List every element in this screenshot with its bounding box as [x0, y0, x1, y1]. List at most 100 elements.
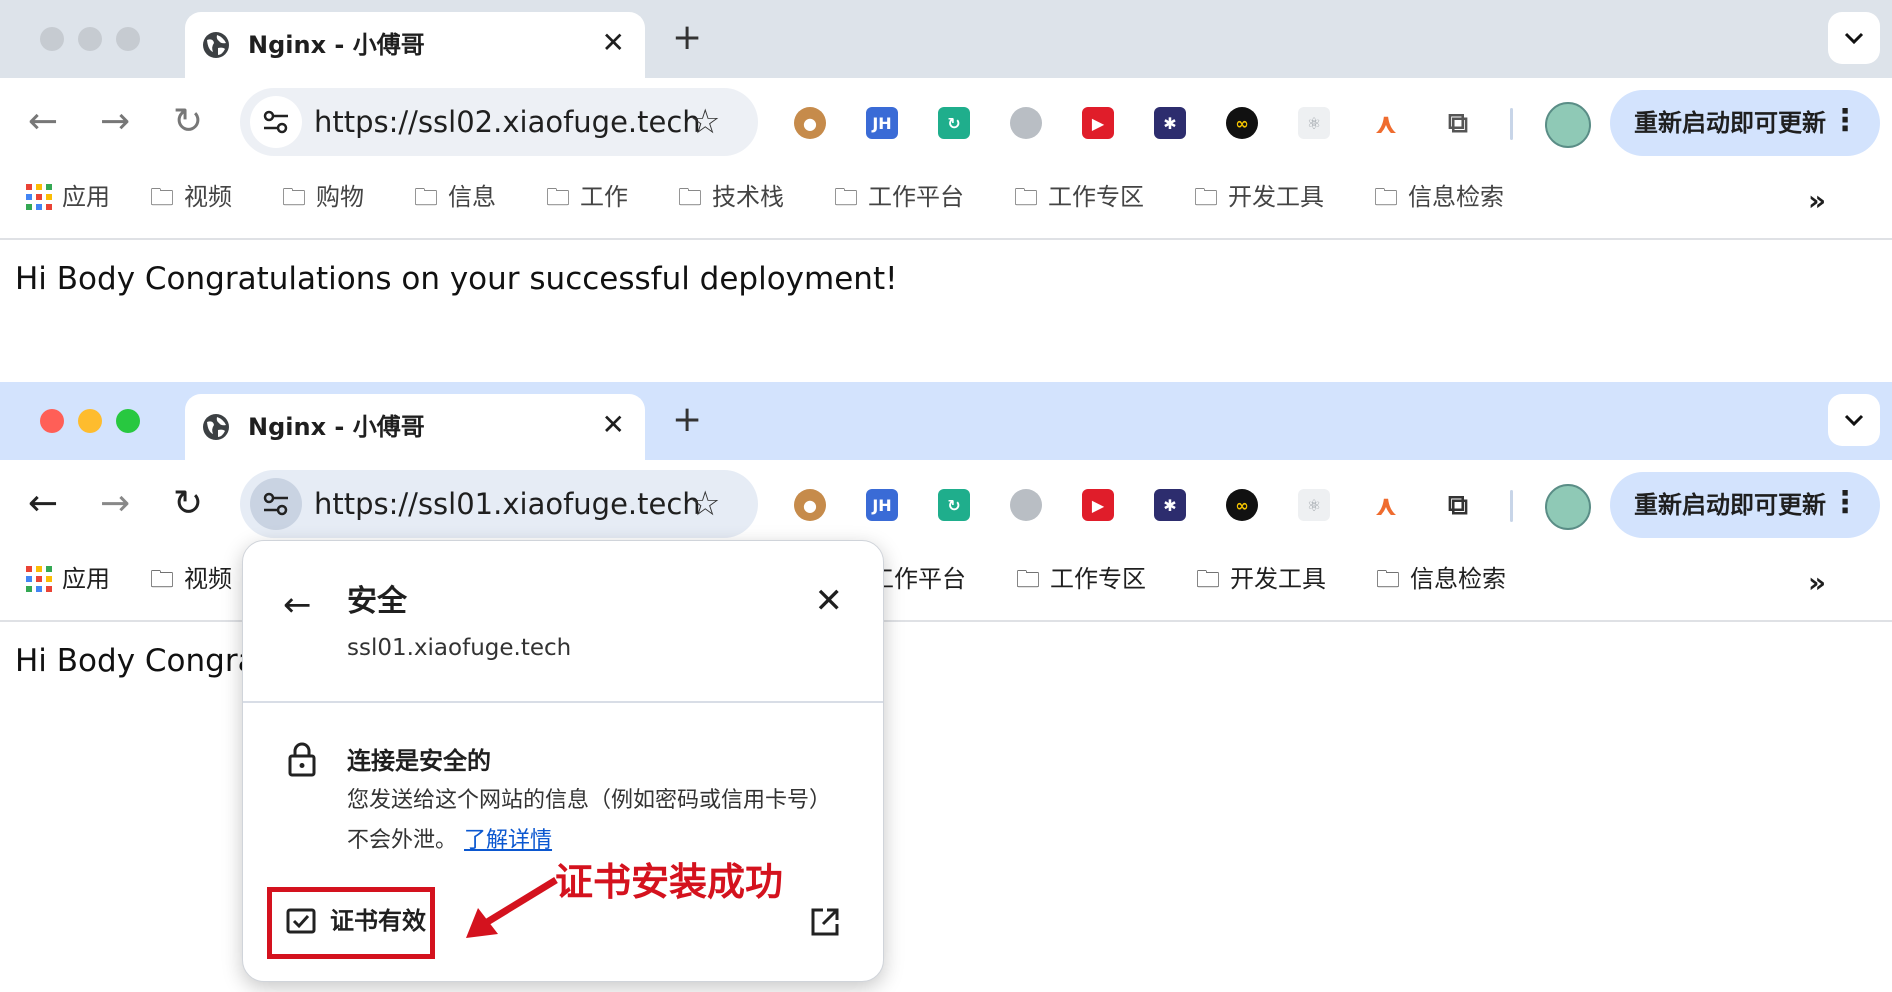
more-menu-icon[interactable]: ⋮ — [1830, 106, 1860, 136]
bookmark-label: 开发工具 — [1230, 565, 1326, 593]
address-bar[interactable]: https://ssl01.xiaofuge.tech ☆ — [240, 470, 758, 538]
tab-close-icon[interactable]: ✕ — [602, 28, 625, 58]
bookmark-label: 应用 — [62, 183, 110, 211]
toolbar: ← → ↻ https://ssl02.xiaofuge.tech ☆ ● JH… — [0, 78, 1892, 168]
forward-button[interactable]: → — [100, 486, 130, 522]
bookmark-folder[interactable]: 🗀 开发工具 — [1194, 182, 1324, 212]
more-menu-icon[interactable]: ⋮ — [1830, 488, 1860, 518]
window-controls — [40, 409, 140, 433]
tab-search-button[interactable] — [1828, 394, 1880, 446]
popup-back-button[interactable]: ← — [283, 587, 312, 623]
shield-extension-icon[interactable] — [1010, 107, 1042, 139]
bookmarks-overflow-icon[interactable]: » — [1808, 184, 1826, 217]
certificate-valid-row[interactable]: 证书有效 — [267, 887, 435, 959]
learn-more-link[interactable]: 了解详情 — [464, 828, 552, 853]
infinity-extension-icon[interactable]: ∞ — [1226, 107, 1258, 139]
new-tab-button[interactable]: + — [672, 402, 702, 438]
react-extension-icon[interactable]: ⚛ — [1298, 107, 1330, 139]
jh-extension-icon[interactable]: JH — [866, 107, 898, 139]
update-button[interactable]: 重新启动即可更新 ⋮ — [1610, 90, 1880, 156]
folder-icon: 🗀 — [1376, 565, 1400, 593]
tab-strip: Nginx - 小傅哥 ✕ + — [0, 382, 1892, 460]
certificate-icon — [286, 908, 316, 934]
browser-window-back: Nginx - 小傅哥 ✕ + ← → ↻ https://ssl02.xiao… — [0, 0, 1892, 382]
shield-extension-icon[interactable] — [1010, 489, 1042, 521]
tab-nginx[interactable]: Nginx - 小傅哥 ✕ — [185, 12, 645, 78]
bookmark-label: 开发工具 — [1228, 183, 1324, 211]
apps-grid-icon — [26, 184, 52, 210]
profile-avatar[interactable] — [1545, 102, 1591, 148]
tune-icon — [263, 492, 288, 516]
close-window-button[interactable] — [40, 409, 64, 433]
react-extension-icon[interactable]: ⚛ — [1298, 489, 1330, 521]
cookie-extension-icon[interactable]: ● — [794, 107, 826, 139]
bookmark-folder[interactable]: 🗀 信息检索 — [1374, 182, 1504, 212]
popup-close-button[interactable]: ✕ — [815, 583, 844, 619]
minimize-window-button[interactable] — [78, 27, 102, 51]
back-button[interactable]: ← — [28, 486, 58, 522]
site-info-button[interactable] — [250, 96, 302, 148]
maximize-window-button[interactable] — [116, 27, 140, 51]
tab-close-icon[interactable]: ✕ — [602, 410, 625, 440]
open-in-new-icon[interactable] — [809, 906, 841, 938]
chevron-down-icon — [1844, 32, 1864, 45]
bookmark-folder[interactable]: 🗀 视频 — [150, 182, 232, 212]
bookmark-folder[interactable]: 🗀 视频 — [150, 564, 232, 594]
bookmark-label: 购物 — [316, 183, 364, 211]
bookmark-folder[interactable]: 🗀 开发工具 — [1196, 564, 1326, 594]
page-text: Hi Body Congra — [15, 643, 257, 679]
brain-extension-icon[interactable]: ✱ — [1154, 489, 1186, 521]
bookmark-folder[interactable]: 🗀 工作专区 — [1014, 182, 1144, 212]
jh-extension-icon[interactable]: JH — [866, 489, 898, 521]
youtube-extension-icon[interactable]: ▶ — [1082, 107, 1114, 139]
bookmark-label: 工作专区 — [1048, 183, 1144, 211]
tab-search-button[interactable] — [1828, 12, 1880, 64]
refresh-extension-icon[interactable]: ↻ — [938, 107, 970, 139]
profile-avatar[interactable] — [1545, 484, 1591, 530]
bookmark-folder[interactable]: 🗀 工作 — [546, 182, 628, 212]
maximize-window-button[interactable] — [116, 409, 140, 433]
bookmarks-overflow-icon[interactable]: » — [1808, 566, 1826, 599]
sparkle-extension-icon[interactable]: ⋏ — [1370, 107, 1402, 140]
forward-button[interactable]: → — [100, 104, 130, 140]
url-text: https://ssl02.xiaofuge.tech — [314, 105, 701, 139]
back-button[interactable]: ← — [28, 104, 58, 140]
refresh-extension-icon[interactable]: ↻ — [938, 489, 970, 521]
bookmark-label: 信息检索 — [1410, 565, 1506, 593]
tab-nginx[interactable]: Nginx - 小傅哥 ✕ — [185, 394, 645, 460]
connection-status-title: 连接是安全的 — [347, 747, 491, 775]
reload-button[interactable]: ↻ — [173, 486, 203, 522]
url-text: https://ssl01.xiaofuge.tech — [314, 487, 701, 521]
folder-icon: 🗀 — [834, 183, 858, 211]
bookmark-folder[interactable]: 🗀 技术栈 — [678, 182, 784, 212]
extensions-puzzle-icon[interactable]: ⧉ — [1442, 488, 1474, 521]
minimize-window-button[interactable] — [78, 409, 102, 433]
chevron-down-icon — [1844, 414, 1864, 427]
youtube-extension-icon[interactable]: ▶ — [1082, 489, 1114, 521]
connection-description: 您发送给这个网站的信息（例如密码或信用卡号）不会外泄。 了解详情 — [347, 781, 847, 861]
infinity-extension-icon[interactable]: ∞ — [1226, 489, 1258, 521]
bookmark-star-icon[interactable]: ☆ — [690, 102, 720, 142]
bookmark-apps[interactable]: 应用 — [26, 564, 110, 594]
new-tab-button[interactable]: + — [672, 20, 702, 56]
bookmark-apps[interactable]: 应用 — [26, 182, 110, 212]
bookmark-folder[interactable]: 🗀 信息 — [414, 182, 496, 212]
bookmark-folder[interactable]: 🗀 工作平台 — [834, 182, 964, 212]
site-info-button[interactable] — [250, 478, 302, 530]
popup-title: 安全 — [347, 584, 407, 619]
sparkle-extension-icon[interactable]: ⋏ — [1370, 489, 1402, 522]
cookie-extension-icon[interactable]: ● — [794, 489, 826, 521]
update-button[interactable]: 重新启动即可更新 ⋮ — [1610, 472, 1880, 538]
bookmark-folder[interactable]: 🗀 信息检索 — [1376, 564, 1506, 594]
brain-extension-icon[interactable]: ✱ — [1154, 107, 1186, 139]
bookmark-folder[interactable]: 🗀 工作专区 — [1016, 564, 1146, 594]
address-bar[interactable]: https://ssl02.xiaofuge.tech ☆ — [240, 88, 758, 156]
extensions-puzzle-icon[interactable]: ⧉ — [1442, 106, 1474, 139]
bookmark-star-icon[interactable]: ☆ — [690, 484, 720, 524]
tab-title: Nginx - 小傅哥 — [248, 31, 425, 59]
bookmark-folder[interactable]: 🗀 购物 — [282, 182, 364, 212]
page-text: Hi Body Congratulations on your successf… — [15, 261, 898, 297]
bookmark-label: 信息 — [448, 183, 496, 211]
reload-button[interactable]: ↻ — [173, 104, 203, 140]
close-window-button[interactable] — [40, 27, 64, 51]
